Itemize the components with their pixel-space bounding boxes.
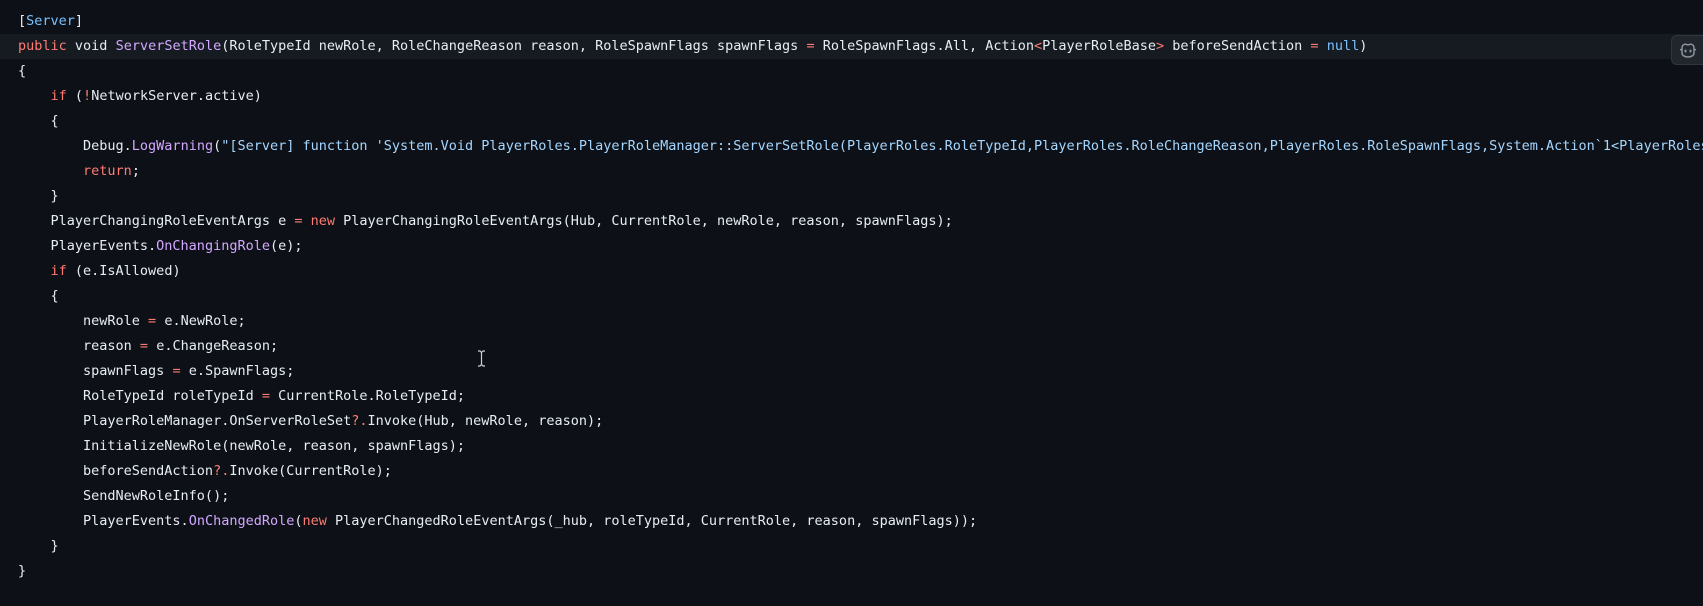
code-token: ServerSetRole <box>115 38 222 54</box>
code-token: PlayerChangedRoleEventArgs(_hub, roleTyp… <box>326 513 978 529</box>
code-line[interactable]: PlayerEvents.OnChangedRole(new PlayerCha… <box>0 509 1703 534</box>
code-token: SendNewRoleInfo(); <box>18 488 230 504</box>
code-token: PlayerRoleBase <box>1042 38 1156 54</box>
code-token: ( <box>213 138 222 154</box>
code-line[interactable]: { <box>0 284 1703 309</box>
code-line[interactable]: PlayerEvents.OnChangingRole(e); <box>0 234 1703 259</box>
code-line[interactable]: } <box>0 559 1703 584</box>
code-token: } <box>18 563 27 579</box>
code-token: return <box>83 163 132 179</box>
code-token: reason <box>18 338 140 354</box>
code-token: } <box>18 188 59 204</box>
code-token: newRole <box>18 313 149 329</box>
code-token: = <box>139 338 149 354</box>
code-line[interactable]: { <box>0 59 1703 84</box>
code-token: ?. <box>213 463 230 479</box>
code-line[interactable]: beforeSendAction?.Invoke(CurrentRole); <box>0 459 1703 484</box>
code-line[interactable]: SendNewRoleInfo(); <box>0 484 1703 509</box>
code-token: beforeSendAction <box>1164 38 1311 54</box>
code-token: = <box>148 313 157 329</box>
code-token: ] <box>74 13 84 29</box>
code-token: PlayerChangingRoleEventArgs(Hub, Current… <box>335 213 953 229</box>
code-view[interactable]: [Server] public void ServerSetRole(RoleTy… <box>0 0 1703 606</box>
code-token: if <box>50 88 67 104</box>
code-token: = <box>1310 38 1319 54</box>
code-token: PlayerEvents. <box>18 238 157 254</box>
code-token: (RoleTypeId newRole, RoleChangeReason re… <box>221 38 807 54</box>
code-token: PlayerEvents. <box>18 513 189 529</box>
code-token: e.ChangeReason; <box>148 338 279 354</box>
code-token: ! <box>83 88 92 104</box>
code-token: { <box>18 113 59 129</box>
code-token: } <box>18 538 59 554</box>
code-token: = <box>172 363 181 379</box>
code-token: NetworkServer.active) <box>91 88 262 104</box>
code-line[interactable]: PlayerRoleManager.OnServerRoleSet?.Invok… <box>0 409 1703 434</box>
code-token: new <box>310 213 336 229</box>
code-token: { <box>18 63 27 79</box>
code-line[interactable]: reason = e.ChangeReason; <box>0 334 1703 359</box>
code-line[interactable]: if (!NetworkServer.active) <box>0 84 1703 109</box>
code-token: PlayerChangingRoleEventArgs e <box>18 213 295 229</box>
code-token: new <box>302 513 327 529</box>
code-token: beforeSendAction <box>18 463 214 479</box>
code-token: Invoke(CurrentRole); <box>229 463 392 479</box>
code-token: Debug. <box>18 138 132 154</box>
code-token: void <box>66 38 116 54</box>
code-token: ) <box>1359 38 1368 54</box>
code-token: OnChangedRole <box>188 513 295 529</box>
code-line[interactable]: } <box>0 534 1703 559</box>
code-token: (e.IsAllowed) <box>66 263 181 279</box>
code-line[interactable]: { <box>0 109 1703 134</box>
code-token: null <box>1326 38 1360 54</box>
code-token: e.SpawnFlags; <box>180 363 295 379</box>
code-line[interactable]: [Server] <box>0 9 1703 34</box>
code-token: ( <box>294 513 303 529</box>
code-line[interactable]: public void ServerSetRole(RoleTypeId new… <box>0 34 1703 59</box>
code-token: ( <box>66 88 84 104</box>
code-line[interactable]: spawnFlags = e.SpawnFlags; <box>0 359 1703 384</box>
code-token: ; <box>131 163 140 179</box>
code-token: InitializeNewRole(newRole, reason, spawn… <box>18 438 466 454</box>
code-token: CurrentRole.RoleTypeId; <box>269 388 466 404</box>
text-cursor-icon <box>478 350 485 367</box>
code-block[interactable]: [Server] public void ServerSetRole(RoleTy… <box>0 9 1703 584</box>
code-token: Invoke(Hub, newRole, reason); <box>367 413 604 429</box>
code-line[interactable]: RoleTypeId roleTypeId = CurrentRole.Role… <box>0 384 1703 409</box>
code-line[interactable]: newRole = e.NewRole; <box>0 309 1703 334</box>
code-token: = <box>261 388 270 404</box>
code-token: OnChangingRole <box>156 238 270 254</box>
copilot-icon <box>1679 43 1696 58</box>
code-line[interactable]: InitializeNewRole(newRole, reason, spawn… <box>0 434 1703 459</box>
code-token: RoleSpawnFlags.All, Action <box>814 38 1035 54</box>
code-token: = <box>806 38 815 54</box>
code-token: > <box>1155 38 1165 54</box>
code-token: e.NewRole; <box>156 313 246 329</box>
code-token: (e); <box>269 238 303 254</box>
code-token: < <box>1034 38 1043 54</box>
code-token: PlayerRoleManager.OnServerRoleSet <box>18 413 352 429</box>
code-line[interactable]: PlayerChangingRoleEventArgs e = new Play… <box>0 209 1703 234</box>
code-token: public <box>18 38 67 54</box>
code-line[interactable]: Debug.LogWarning("[Server] function 'Sys… <box>0 134 1703 159</box>
code-token: LogWarning <box>131 138 214 154</box>
code-token: Server <box>26 13 75 29</box>
code-line[interactable]: return; <box>0 159 1703 184</box>
code-token: "[Server] function 'System.Void PlayerRo… <box>221 138 1703 154</box>
code-token: [ <box>18 13 27 29</box>
code-line[interactable]: } <box>0 184 1703 209</box>
code-token: { <box>18 288 59 304</box>
copilot-button[interactable] <box>1671 35 1703 65</box>
code-token: ?. <box>351 413 368 429</box>
code-token: spawnFlags <box>18 363 173 379</box>
code-token: if <box>50 263 67 279</box>
code-line[interactable]: if (e.IsAllowed) <box>0 259 1703 284</box>
code-token: RoleTypeId roleTypeId <box>18 388 262 404</box>
